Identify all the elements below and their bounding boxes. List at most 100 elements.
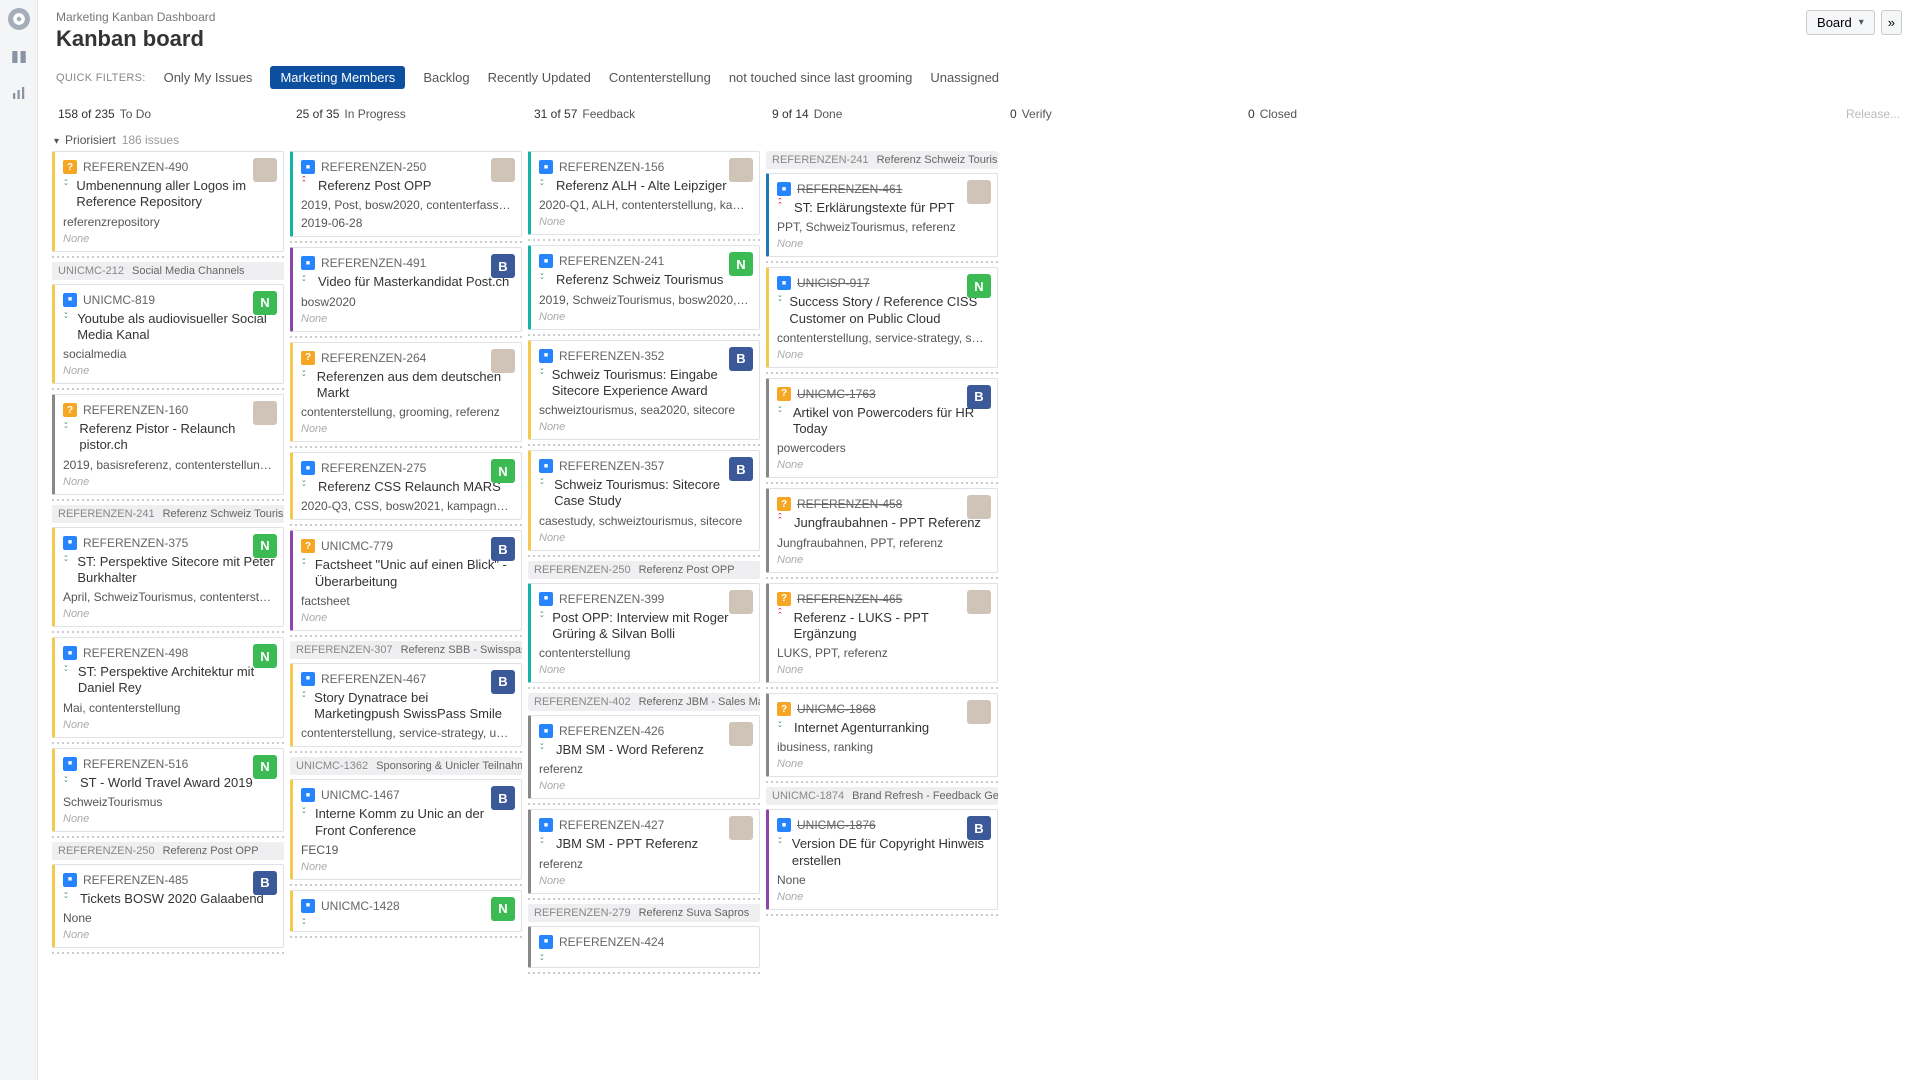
issue-key[interactable]: UNICMC-1467 (321, 788, 400, 802)
epic-label[interactable]: UNICMC-212Social Media Channels (52, 262, 284, 280)
issue-key[interactable]: UNICMC-1428 (321, 899, 400, 913)
epic-label[interactable]: UNICMC-1362Sponsoring & Unicler Teilnahm… (290, 757, 522, 775)
kanban-card[interactable]: B UNICMC-1467 Interne Komm zu Unic an de… (290, 779, 522, 880)
board-menu-button[interactable]: Board (1806, 10, 1875, 35)
assignee-avatar[interactable]: B (967, 385, 991, 409)
quick-filter[interactable]: Only My Issues (164, 70, 253, 85)
epic-label[interactable]: REFERENZEN-241Referenz Schweiz Tourismus (766, 151, 998, 169)
issue-key[interactable]: REFERENZEN-352 (559, 349, 664, 363)
issue-key[interactable]: REFERENZEN-375 (83, 536, 188, 550)
issue-key[interactable]: REFERENZEN-264 (321, 351, 426, 365)
assignee-avatar[interactable]: N (729, 252, 753, 276)
kanban-card[interactable]: REFERENZEN-461 ST: Erklärungstexte für P… (766, 173, 998, 257)
kanban-card[interactable]: B REFERENZEN-467 Story Dynatrace bei Mar… (290, 663, 522, 748)
assignee-avatar[interactable] (729, 722, 753, 746)
issue-key[interactable]: REFERENZEN-490 (83, 160, 188, 174)
quick-filter[interactable]: Marketing Members (270, 66, 405, 89)
issue-key[interactable]: UNICMC-1763 (797, 387, 876, 401)
assignee-avatar[interactable] (729, 816, 753, 840)
assignee-avatar[interactable]: B (491, 670, 515, 694)
issue-key[interactable]: REFERENZEN-458 (797, 497, 902, 511)
assignee-avatar[interactable] (729, 590, 753, 614)
epic-label[interactable]: UNICMC-1874Brand Refresh - Feedback Gerr… (766, 787, 998, 805)
issue-key[interactable]: REFERENZEN-357 (559, 459, 664, 473)
quick-filter[interactable]: Backlog (423, 70, 469, 85)
quick-filter[interactable]: Unassigned (930, 70, 999, 85)
assignee-avatar[interactable]: N (253, 755, 277, 779)
issue-key[interactable]: REFERENZEN-426 (559, 724, 664, 738)
kanban-card[interactable]: B REFERENZEN-352 Schweiz Tourismus: Eing… (528, 340, 760, 441)
issue-key[interactable]: REFERENZEN-275 (321, 461, 426, 475)
kanban-card[interactable]: B REFERENZEN-485 Tickets BOSW 2020 Galaa… (52, 864, 284, 948)
kanban-card[interactable]: REFERENZEN-156 Referenz ALH - Alte Leipz… (528, 151, 760, 235)
issue-key[interactable]: REFERENZEN-467 (321, 672, 426, 686)
assignee-avatar[interactable]: B (491, 786, 515, 810)
kanban-card[interactable]: N REFERENZEN-241 Referenz Schweiz Touris… (528, 245, 760, 329)
kanban-card[interactable]: N UNICMC-819 Youtube als audiovisueller … (52, 284, 284, 385)
issue-key[interactable]: REFERENZEN-241 (559, 254, 664, 268)
assignee-avatar[interactable]: N (967, 274, 991, 298)
kanban-card[interactable]: N UNICMC-1428 (290, 890, 522, 932)
release-button[interactable]: Release... (1840, 99, 1906, 129)
kanban-card[interactable]: REFERENZEN-250 Referenz Post OPP 2019, P… (290, 151, 522, 237)
kanban-card[interactable]: N REFERENZEN-275 Referenz CSS Relaunch M… (290, 452, 522, 520)
quick-filter[interactable]: Contenterstellung (609, 70, 711, 85)
epic-label[interactable]: REFERENZEN-250Referenz Post OPP (528, 561, 760, 579)
kanban-card[interactable]: B UNICMC-1876 Version DE für Copyright H… (766, 809, 998, 910)
epic-label[interactable]: REFERENZEN-279Referenz Suva Sapros (528, 904, 760, 922)
kanban-card[interactable]: N UNICISP-917 Success Story / Reference … (766, 267, 998, 368)
issue-key[interactable]: UNICMC-779 (321, 539, 393, 553)
epic-label[interactable]: REFERENZEN-250Referenz Post OPP (52, 842, 284, 860)
issue-key[interactable]: REFERENZEN-399 (559, 592, 664, 606)
issue-key[interactable]: UNICMC-819 (83, 293, 155, 307)
kanban-card[interactable]: B REFERENZEN-357 Schweiz Tourismus: Site… (528, 450, 760, 551)
app-logo-icon[interactable] (8, 8, 30, 30)
issue-key[interactable]: REFERENZEN-498 (83, 646, 188, 660)
kanban-card[interactable]: REFERENZEN-426 JBM SM - Word Referenz re… (528, 715, 760, 799)
assignee-avatar[interactable]: N (253, 534, 277, 558)
assignee-avatar[interactable]: N (491, 459, 515, 483)
reports-icon[interactable] (10, 84, 28, 102)
assignee-avatar[interactable]: N (491, 897, 515, 921)
assignee-avatar[interactable] (491, 158, 515, 182)
issue-key[interactable]: UNICMC-1868 (797, 702, 876, 716)
assignee-avatar[interactable] (253, 158, 277, 182)
kanban-card[interactable]: N REFERENZEN-516 ST - World Travel Award… (52, 748, 284, 832)
assignee-avatar[interactable] (729, 158, 753, 182)
issue-key[interactable]: REFERENZEN-485 (83, 873, 188, 887)
assignee-avatar[interactable]: N (253, 644, 277, 668)
assignee-avatar[interactable]: B (491, 254, 515, 278)
epic-label[interactable]: REFERENZEN-307Referenz SBB - Swisspass -… (290, 641, 522, 659)
kanban-card[interactable]: REFERENZEN-264 Referenzen aus dem deutsc… (290, 342, 522, 443)
issue-key[interactable]: UNICISP-917 (797, 276, 870, 290)
issue-key[interactable]: REFERENZEN-424 (559, 935, 664, 949)
board-view-icon[interactable] (10, 48, 28, 66)
issue-key[interactable]: REFERENZEN-465 (797, 592, 902, 606)
assignee-avatar[interactable]: N (253, 291, 277, 315)
kanban-card[interactable]: UNICMC-1868 Internet Agenturranking ibus… (766, 693, 998, 777)
assignee-avatar[interactable] (967, 700, 991, 724)
assignee-avatar[interactable]: B (491, 537, 515, 561)
kanban-card[interactable]: REFERENZEN-465 Referenz - LUKS - PPT Erg… (766, 583, 998, 684)
assignee-avatar[interactable]: B (253, 871, 277, 895)
issue-key[interactable]: REFERENZEN-491 (321, 256, 426, 270)
swimlane-header[interactable]: Priorisiert 186 issues (38, 129, 1920, 151)
assignee-avatar[interactable] (253, 401, 277, 425)
issue-key[interactable]: REFERENZEN-156 (559, 160, 664, 174)
epic-label[interactable]: REFERENZEN-241Referenz Schweiz Tourismus (52, 505, 284, 523)
expand-button[interactable]: » (1881, 10, 1902, 35)
assignee-avatar[interactable] (491, 349, 515, 373)
issue-key[interactable]: REFERENZEN-160 (83, 403, 188, 417)
quick-filter[interactable]: Recently Updated (488, 70, 591, 85)
quick-filter[interactable]: not touched since last grooming (729, 70, 913, 85)
issue-key[interactable]: REFERENZEN-461 (797, 182, 902, 196)
assignee-avatar[interactable]: B (729, 457, 753, 481)
kanban-card[interactable]: B REFERENZEN-491 Video für Masterkandida… (290, 247, 522, 331)
swimlane-toggle-icon[interactable] (54, 133, 59, 147)
kanban-card[interactable]: N REFERENZEN-375 ST: Perspektive Sitecor… (52, 527, 284, 628)
assignee-avatar[interactable] (967, 180, 991, 204)
assignee-avatar[interactable] (967, 495, 991, 519)
kanban-card[interactable]: REFERENZEN-424 (528, 926, 760, 968)
kanban-card[interactable]: REFERENZEN-458 Jungfraubahnen - PPT Refe… (766, 488, 998, 572)
issue-key[interactable]: REFERENZEN-516 (83, 757, 188, 771)
